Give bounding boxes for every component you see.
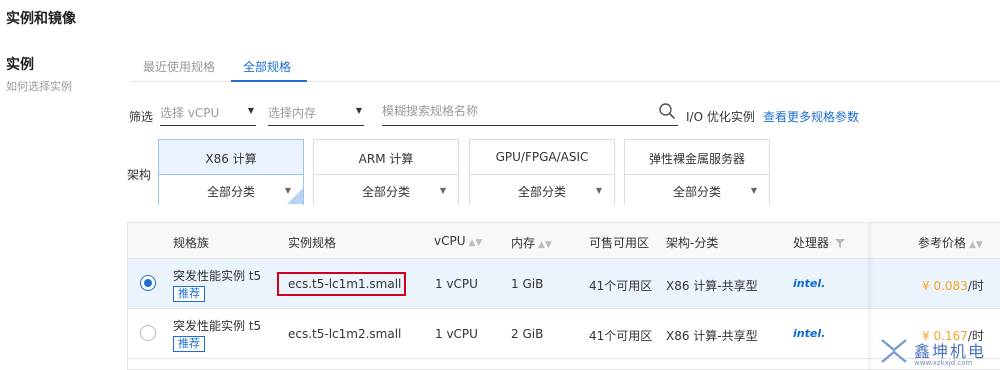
intel-logo-icon: intel. [793,327,826,340]
header-spec: 实例规格 [288,236,337,250]
watermark-url: www.xzkxjd.com [914,359,973,367]
row-select-radio[interactable] [140,275,156,291]
arch-category-dropdown[interactable]: 全部分类 ▼ [314,174,458,205]
vcpu-select[interactable]: 选择 vCPU ▼ [160,100,256,126]
arch-card-title: 弹性裸金属服务器 [648,152,745,166]
caret-down-icon: ▼ [595,186,602,195]
row-vcpu: 1 vCPU [435,277,478,291]
section-title: 实例和镜像 [6,11,76,27]
spec-tabs: 最近使用规格 全部规格 [130,52,1000,82]
row-arch: X86 计算-共享型 [666,279,758,293]
intel-logo-icon: intel. [793,277,826,290]
arch-category-dropdown[interactable]: 全部分类 ▼ [625,174,769,205]
memory-select[interactable]: 选择内存 ▼ [268,100,364,126]
row-zones: 41个可用区 [589,279,653,293]
more-spec-params-link[interactable]: 查看更多规格参数 [763,108,859,125]
header-memory: 内存 [511,236,536,250]
arch-category-dropdown[interactable]: 全部分类 ▼ [470,174,614,205]
filter-label: 筛选 [129,110,154,124]
row-arch: X86 计算-共享型 [666,329,758,343]
arch-category-value: 全部分类 [672,185,721,199]
header-price-sort[interactable]: 参考价格 ▲▼ [918,234,983,251]
row-price: ¥ 0.083/时 [922,277,984,294]
row-select-radio[interactable] [140,325,156,341]
arch-card-title: ARM 计算 [358,152,414,166]
header-cpu: 处理器 [793,236,830,250]
arch-card-arm[interactable]: ARM 计算 全部分类 ▼ [313,139,459,205]
row-spec: ecs.t5-lc1m2.small [288,327,402,341]
header-zones: 可售可用区 [589,236,650,250]
caret-down-icon: ▼ [247,106,254,115]
header-memory-sort[interactable]: 内存 ▲▼ [511,234,552,251]
row-zones: 41个可用区 [589,329,653,343]
row-vcpu: 1 vCPU [435,327,478,341]
header-arch: 架构-分类 [666,236,719,250]
spec-table: 规格族 实例规格 vCPU ▲▼ 内存 ▲▼ 可售可用区 架构-分类 处理器 参考价… [127,222,1000,370]
recommended-badge: 推荐 [173,336,205,352]
caret-down-icon: ▼ [750,186,757,195]
side-title: 实例 [6,57,34,73]
row-memory: 1 GiB [511,277,544,291]
caret-down-icon: ▼ [355,106,362,115]
vcpu-select-placeholder: 选择 vCPU [160,106,220,120]
price-amount: ¥ 0.083 [922,279,968,293]
sort-icon: ▲▼ [969,240,983,250]
io-optimized-label: I/O 优化实例 [686,110,755,124]
watermark: 鑫坤机电 www.xzkxjd.com [880,336,1000,370]
row-family: 突发性能实例 t5 [173,269,262,283]
header-vcpu: vCPU [434,234,466,248]
side-subtitle-link[interactable]: 如何选择实例 [6,78,72,94]
fixed-column-shadow [868,223,874,370]
recommended-badge: 推荐 [173,286,205,302]
arch-card-title: GPU/FPGA/ASIC [495,150,589,164]
architecture-label: 架构 [127,168,152,182]
arch-category-value: 全部分类 [517,185,566,199]
watermark-logo-icon [881,339,907,363]
selected-corner-check-icon [287,188,303,204]
tab-all-specs[interactable]: 全部规格 [243,58,291,75]
tab-recent-specs[interactable]: 最近使用规格 [143,58,215,75]
spec-search-box [382,100,678,126]
spec-search-input[interactable] [382,100,642,122]
price-unit: /时 [967,279,984,293]
arch-card-bare-metal[interactable]: 弹性裸金属服务器 全部分类 ▼ [624,139,770,205]
caret-down-icon: ▼ [439,186,446,195]
search-icon[interactable] [658,102,676,120]
filter-icon [835,239,846,248]
sort-icon: ▲▼ [468,238,483,248]
arch-category-value: 全部分类 [206,185,255,199]
row-memory: 2 GiB [511,327,544,341]
arch-card-gpu[interactable]: GPU/FPGA/ASIC 全部分类 ▼ [469,139,615,205]
header-family: 规格族 [173,236,210,250]
arch-category-dropdown[interactable]: 全部分类 ▼ [159,174,303,205]
header-cpu-filter[interactable]: 处理器 [793,234,846,251]
sort-icon: ▲▼ [538,240,552,250]
arch-card-x86[interactable]: X86 计算 全部分类 ▼ [158,139,304,205]
active-tab-indicator [231,80,307,82]
row-family: 突发性能实例 t5 [173,319,262,333]
arch-category-value: 全部分类 [361,185,410,199]
arch-card-title: X86 计算 [205,152,257,166]
header-price: 参考价格 [918,236,967,250]
memory-select-placeholder: 选择内存 [268,106,317,120]
header-vcpu-sort[interactable]: vCPU ▲▼ [434,234,482,248]
row-spec: ecs.t5-lc1m1.small [288,277,402,291]
